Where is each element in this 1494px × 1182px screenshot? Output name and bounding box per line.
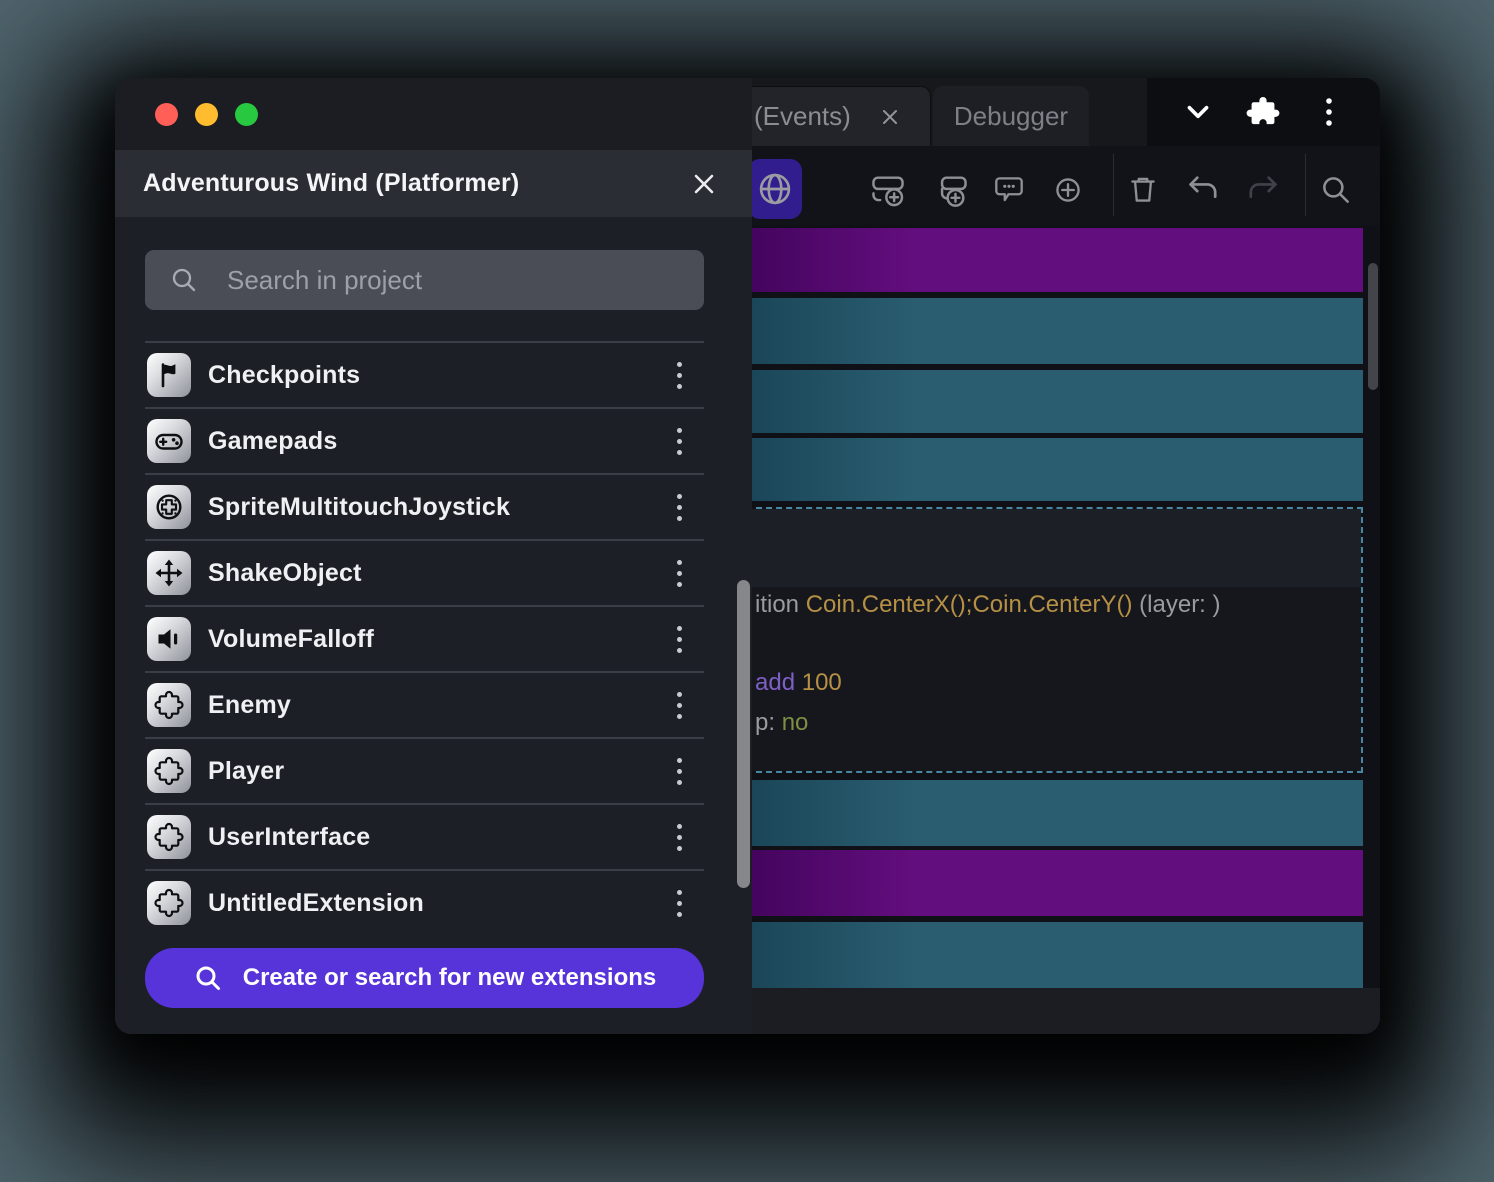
close-icon[interactable] [684, 164, 724, 204]
item-menu-icon[interactable] [669, 816, 690, 859]
add-circle-icon [1050, 172, 1086, 208]
event-action-text: p: no [755, 708, 808, 738]
list-item-label: ShakeObject [208, 559, 362, 588]
add-comment-button[interactable] [987, 168, 1031, 212]
puzzle-outline-icon [147, 815, 191, 859]
tab-debugger[interactable]: Debugger [933, 86, 1089, 146]
globe-button[interactable] [748, 159, 802, 219]
panel-title: Adventurous Wind (Platformer) [143, 169, 519, 198]
traffic-zoom-button[interactable] [235, 103, 258, 126]
item-menu-icon[interactable] [669, 750, 690, 793]
delete-button[interactable] [1121, 168, 1165, 212]
add-comment-icon [991, 172, 1027, 208]
add-subevent-icon [932, 171, 970, 209]
list-item-label: SpriteMultitouchJoystick [208, 493, 510, 522]
search-icon [193, 963, 223, 993]
puzzle-outline-icon [147, 881, 191, 925]
speaker-icon [147, 617, 191, 661]
list-item-label: Enemy [208, 691, 291, 720]
toolbar-divider [1113, 154, 1114, 216]
puzzle-outline-icon [147, 749, 191, 793]
create-extension-label: Create or search for new extensions [243, 964, 656, 992]
undo-button[interactable] [1182, 168, 1226, 212]
toolbar-search-button[interactable] [1314, 168, 1358, 212]
add-event-icon [869, 171, 907, 209]
puzzle-outline-icon [147, 683, 191, 727]
redo-icon [1243, 171, 1281, 209]
search-input[interactable] [145, 250, 704, 310]
events-scrollbar[interactable] [1368, 263, 1378, 390]
window-titlebar [115, 78, 752, 150]
extensions-panel-header: Adventurous Wind (Platformer) [115, 150, 752, 217]
list-item-userinterface[interactable]: UserInterface [145, 803, 704, 869]
item-menu-icon[interactable] [669, 486, 690, 529]
list-item-checkpoints[interactable]: Checkpoints [145, 341, 704, 407]
list-item-enemy[interactable]: Enemy [145, 671, 704, 737]
list-item-label: Player [208, 757, 284, 786]
traffic-close-button[interactable] [155, 103, 178, 126]
item-menu-icon[interactable] [669, 552, 690, 595]
item-menu-icon[interactable] [669, 882, 690, 925]
add-subevent-button[interactable] [929, 168, 973, 212]
extensions-puzzle-icon[interactable] [1241, 90, 1285, 134]
list-item-label: Checkpoints [208, 361, 360, 390]
list-item-spritemultitouchjoystick[interactable]: SpriteMultitouchJoystick [145, 473, 704, 539]
extensions-panel: Adventurous Wind (Platformer) Checkpoint… [115, 78, 752, 1034]
chevron-down-icon[interactable] [1176, 90, 1220, 134]
list-item-volumefalloff[interactable]: VolumeFalloff [145, 605, 704, 671]
list-item-label: VolumeFalloff [208, 625, 374, 654]
item-menu-icon[interactable] [669, 420, 690, 463]
list-item-untitledextension[interactable]: UntitledExtension [145, 869, 704, 935]
add-circle-button[interactable] [1046, 168, 1090, 212]
overflow-menu-icon[interactable] [1307, 90, 1351, 134]
create-extension-button[interactable]: Create or search for new extensions [145, 948, 704, 1008]
list-item-player[interactable]: Player [145, 737, 704, 803]
list-item-shakeobject[interactable]: ShakeObject [145, 539, 704, 605]
gamepad-icon [147, 419, 191, 463]
tab-close-icon[interactable] [879, 106, 901, 128]
tab-debugger-label: Debugger [954, 101, 1068, 132]
globe-icon [756, 170, 794, 208]
tab-bar-right-actions [1147, 78, 1380, 146]
list-item-label: Gamepads [208, 427, 337, 456]
panel-scrollbar[interactable] [737, 580, 750, 888]
list-item-label: UserInterface [208, 823, 370, 852]
project-search [145, 250, 704, 310]
redo-button[interactable] [1240, 168, 1284, 212]
list-item-label: UntitledExtension [208, 889, 424, 918]
app-window: (Events) Debugger [115, 78, 1380, 1034]
traffic-minimize-button[interactable] [195, 103, 218, 126]
list-item-gamepads[interactable]: Gamepads [145, 407, 704, 473]
search-icon [1318, 172, 1354, 208]
move-arrows-icon [147, 551, 191, 595]
flag-icon [147, 353, 191, 397]
item-menu-icon[interactable] [669, 618, 690, 661]
tab-events-label: (Events) [754, 101, 851, 132]
toolbar-divider [1305, 154, 1306, 216]
extensions-list: Checkpoints Gamepads SpriteMultitouchJoy… [145, 341, 704, 935]
undo-icon [1185, 171, 1223, 209]
event-action-text: ition Coin.CenterX();Coin.CenterY() (lay… [755, 590, 1221, 620]
add-event-button[interactable] [866, 168, 910, 212]
item-menu-icon[interactable] [669, 684, 690, 727]
dpad-icon [147, 485, 191, 529]
trash-icon [1125, 172, 1161, 208]
item-menu-icon[interactable] [669, 354, 690, 397]
event-action-text: add 100 [755, 668, 842, 698]
